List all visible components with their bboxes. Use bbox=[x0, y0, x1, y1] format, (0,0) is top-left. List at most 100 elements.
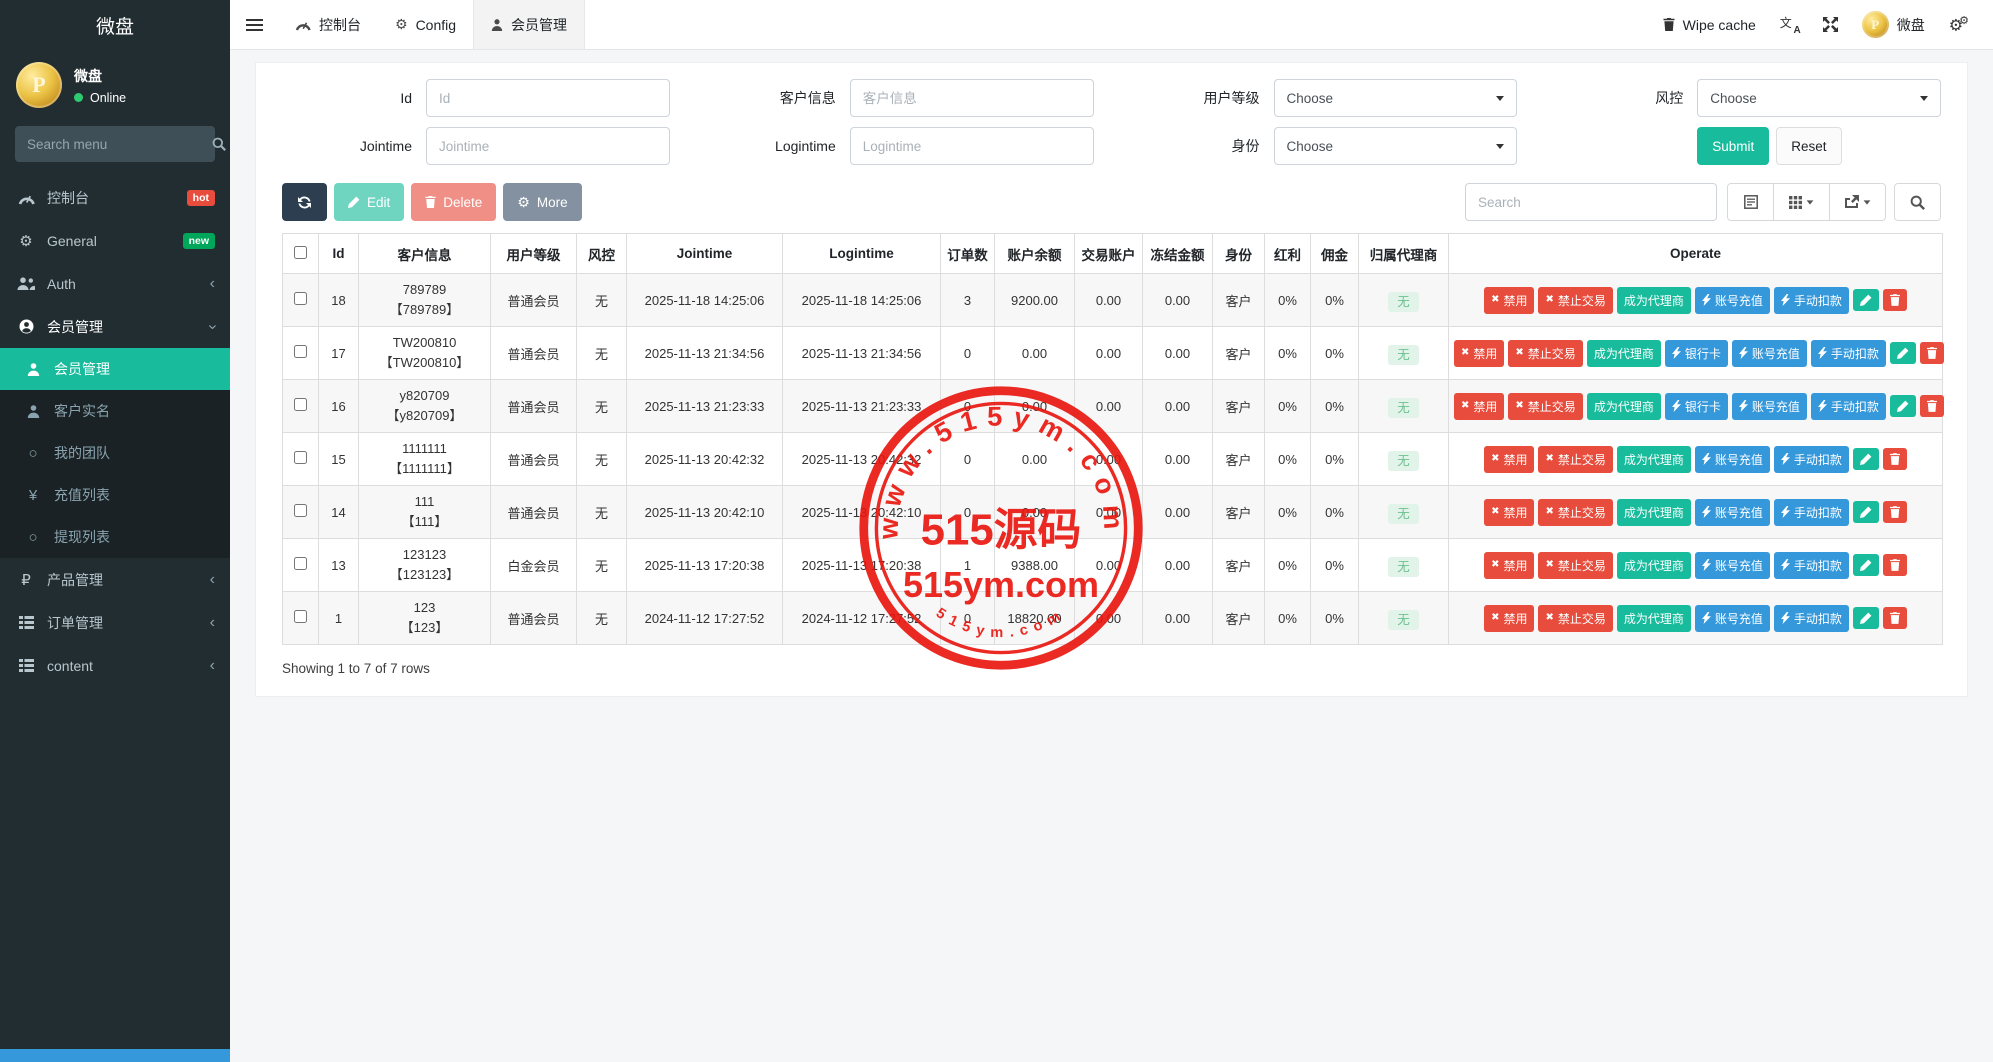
deduct-button[interactable]: 手动扣款 bbox=[1811, 340, 1886, 367]
delete-button[interactable]: Delete bbox=[411, 183, 496, 221]
bank-card-button[interactable]: 银行卡 bbox=[1665, 393, 1728, 420]
tab-dashboard[interactable]: 控制台 bbox=[278, 0, 378, 49]
sidebar-toggle-button[interactable] bbox=[230, 0, 278, 49]
id-filter-input[interactable] bbox=[426, 79, 670, 117]
sidebar-item-kyc[interactable]: 客户实名 bbox=[0, 390, 230, 432]
ban-trade-button[interactable]: ✖禁止交易 bbox=[1538, 605, 1612, 632]
deduct-button[interactable]: 手动扣款 bbox=[1774, 605, 1849, 632]
sidebar-item-team[interactable]: ○ 我的团队 bbox=[0, 432, 230, 474]
sidebar-item-member-list[interactable]: 会员管理 bbox=[0, 348, 230, 390]
edit-row-button[interactable] bbox=[1890, 395, 1916, 417]
columns-dropdown-button[interactable] bbox=[1774, 183, 1830, 221]
deduct-button[interactable]: 手动扣款 bbox=[1811, 393, 1886, 420]
recharge-button[interactable]: 账号充值 bbox=[1732, 340, 1807, 367]
refresh-button[interactable] bbox=[282, 183, 327, 221]
bank-card-button[interactable]: 银行卡 bbox=[1665, 340, 1728, 367]
row-checkbox[interactable] bbox=[294, 451, 307, 464]
become-agent-button[interactable]: 成为代理商 bbox=[1617, 605, 1691, 632]
more-button[interactable]: ⚙ More bbox=[503, 183, 581, 221]
disable-button[interactable]: ✖禁用 bbox=[1454, 340, 1504, 367]
edit-row-button[interactable] bbox=[1853, 607, 1879, 629]
ban-trade-button[interactable]: ✖禁止交易 bbox=[1538, 287, 1612, 314]
sidebar-item-recharge-list[interactable]: ¥ 充值列表 bbox=[0, 474, 230, 516]
customer-filter-input[interactable] bbox=[850, 79, 1094, 117]
ban-trade-button[interactable]: ✖禁止交易 bbox=[1508, 393, 1582, 420]
row-checkbox[interactable] bbox=[294, 345, 307, 358]
deduct-button[interactable]: 手动扣款 bbox=[1774, 446, 1849, 473]
tab-config[interactable]: ⚙ Config bbox=[378, 0, 473, 49]
level-filter-select[interactable]: Choose bbox=[1274, 79, 1518, 117]
delete-row-button[interactable] bbox=[1920, 342, 1944, 364]
ban-trade-button[interactable]: ✖禁止交易 bbox=[1538, 552, 1612, 579]
disable-button[interactable]: ✖禁用 bbox=[1484, 605, 1534, 632]
delete-row-button[interactable] bbox=[1883, 501, 1907, 523]
recharge-button[interactable]: 账号充值 bbox=[1732, 393, 1807, 420]
become-agent-button[interactable]: 成为代理商 bbox=[1617, 499, 1691, 526]
disable-button[interactable]: ✖禁用 bbox=[1484, 552, 1534, 579]
recharge-button[interactable]: 账号充值 bbox=[1695, 446, 1770, 473]
sidebar-item-general[interactable]: ⚙ General new bbox=[0, 219, 230, 262]
row-checkbox[interactable] bbox=[294, 398, 307, 411]
submit-button[interactable]: Submit bbox=[1697, 127, 1769, 165]
edit-row-button[interactable] bbox=[1853, 448, 1879, 470]
deduct-button[interactable]: 手动扣款 bbox=[1774, 499, 1849, 526]
edit-button[interactable]: Edit bbox=[334, 183, 404, 221]
advanced-search-button[interactable] bbox=[1894, 183, 1941, 221]
sidebar-item-withdraw-list[interactable]: ○ 提现列表 bbox=[0, 516, 230, 558]
edit-row-button[interactable] bbox=[1853, 554, 1879, 576]
become-agent-button[interactable]: 成为代理商 bbox=[1617, 552, 1691, 579]
sidebar-item-orders[interactable]: 订单管理 ‹ bbox=[0, 601, 230, 644]
wipe-cache-button[interactable]: Wipe cache bbox=[1651, 0, 1768, 50]
deduct-button[interactable]: 手动扣款 bbox=[1774, 552, 1849, 579]
recharge-button[interactable]: 账号充值 bbox=[1695, 552, 1770, 579]
risk-filter-select[interactable]: Choose bbox=[1697, 79, 1941, 117]
become-agent-button[interactable]: 成为代理商 bbox=[1587, 340, 1661, 367]
sidebar-item-products[interactable]: ₽ 产品管理 ‹ bbox=[0, 558, 230, 601]
row-checkbox[interactable] bbox=[294, 504, 307, 517]
delete-row-button[interactable] bbox=[1883, 448, 1907, 470]
delete-row-button[interactable] bbox=[1883, 289, 1907, 311]
table-search-input[interactable] bbox=[1465, 183, 1717, 221]
row-checkbox[interactable] bbox=[294, 557, 307, 570]
disable-button[interactable]: ✖禁用 bbox=[1484, 287, 1534, 314]
sidebar-item-dashboard[interactable]: 控制台 hot bbox=[0, 176, 230, 219]
recharge-button[interactable]: 账号充值 bbox=[1695, 287, 1770, 314]
disable-button[interactable]: ✖禁用 bbox=[1484, 446, 1534, 473]
become-agent-button[interactable]: 成为代理商 bbox=[1617, 446, 1691, 473]
user-menu[interactable]: P 微盘 bbox=[1850, 0, 1937, 50]
export-dropdown-button[interactable] bbox=[1830, 183, 1886, 221]
search-icon[interactable] bbox=[212, 137, 226, 151]
detail-view-button[interactable] bbox=[1727, 183, 1774, 221]
recharge-button[interactable]: 账号充值 bbox=[1695, 605, 1770, 632]
edit-row-button[interactable] bbox=[1890, 342, 1916, 364]
ban-trade-button[interactable]: ✖禁止交易 bbox=[1538, 446, 1612, 473]
identity-filter-select[interactable]: Choose bbox=[1274, 127, 1518, 165]
logintime-filter-input[interactable] bbox=[850, 127, 1094, 165]
ban-trade-button[interactable]: ✖禁止交易 bbox=[1538, 499, 1612, 526]
select-all-checkbox[interactable] bbox=[294, 246, 307, 259]
sidebar-item-content[interactable]: content ‹ bbox=[0, 644, 230, 687]
jointime-filter-input[interactable] bbox=[426, 127, 670, 165]
disable-button[interactable]: ✖禁用 bbox=[1454, 393, 1504, 420]
reset-button[interactable]: Reset bbox=[1776, 127, 1841, 165]
become-agent-button[interactable]: 成为代理商 bbox=[1587, 393, 1661, 420]
sidebar-item-members-parent[interactable]: 会员管理 ‹ bbox=[0, 305, 230, 348]
delete-row-button[interactable] bbox=[1883, 607, 1907, 629]
tab-members[interactable]: 会员管理 bbox=[473, 0, 585, 49]
translate-button[interactable]: 文A bbox=[1768, 0, 1811, 50]
become-agent-button[interactable]: 成为代理商 bbox=[1617, 287, 1691, 314]
delete-row-button[interactable] bbox=[1883, 554, 1907, 576]
recharge-button[interactable]: 账号充值 bbox=[1695, 499, 1770, 526]
edit-row-button[interactable] bbox=[1853, 501, 1879, 523]
edit-row-button[interactable] bbox=[1853, 289, 1879, 311]
settings-button[interactable]: ⚙⚙ bbox=[1937, 0, 1977, 50]
row-checkbox[interactable] bbox=[294, 610, 307, 623]
deduct-button[interactable]: 手动扣款 bbox=[1774, 287, 1849, 314]
fullscreen-button[interactable] bbox=[1811, 0, 1850, 50]
sidebar-search-input[interactable] bbox=[27, 137, 204, 152]
row-checkbox[interactable] bbox=[294, 292, 307, 305]
ban-trade-button[interactable]: ✖禁止交易 bbox=[1508, 340, 1582, 367]
sidebar-item-auth[interactable]: Auth ‹ bbox=[0, 262, 230, 305]
delete-row-button[interactable] bbox=[1920, 395, 1944, 417]
disable-button[interactable]: ✖禁用 bbox=[1484, 499, 1534, 526]
